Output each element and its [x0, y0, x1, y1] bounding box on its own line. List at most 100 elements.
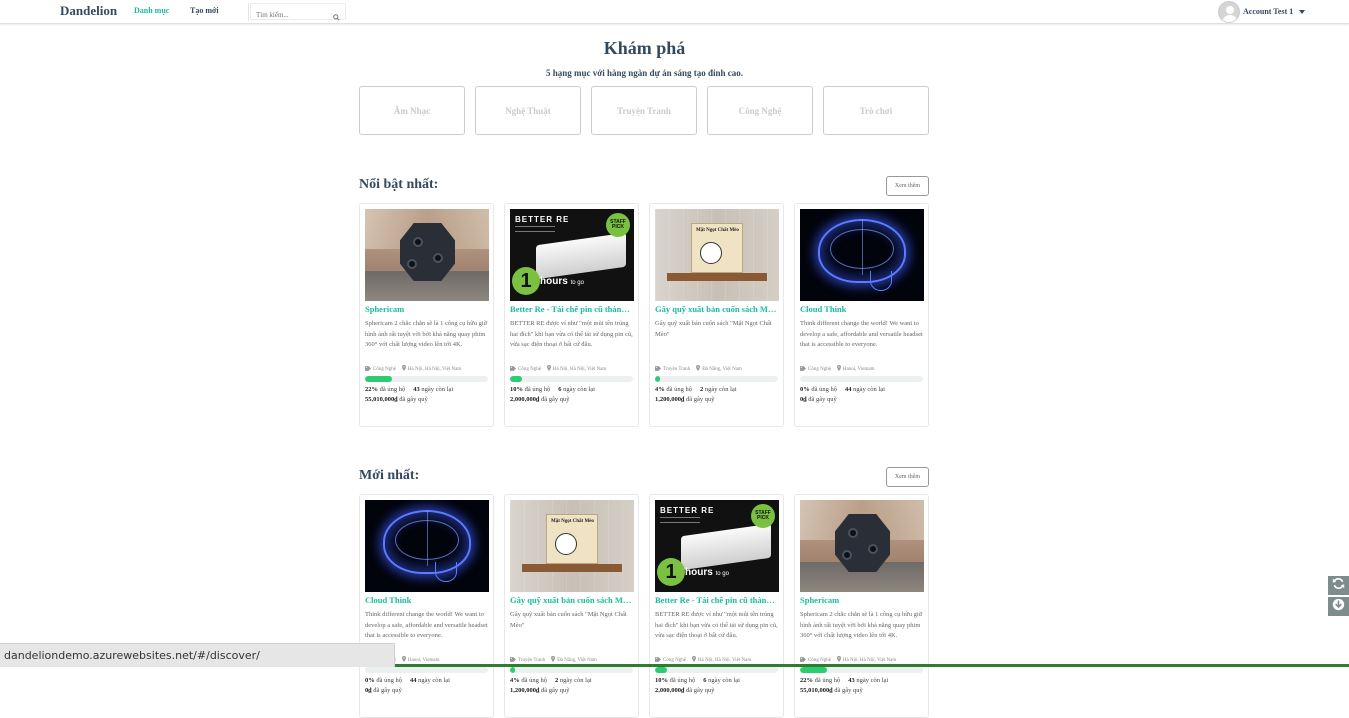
- amount-raised-row: 55,010,000₫ đã gây quỹ: [365, 396, 488, 403]
- amount-raised-row: 2,000,000₫ đã gây quỹ: [655, 687, 778, 694]
- account-menu[interactable]: Account Test 1: [1218, 0, 1306, 23]
- project-title[interactable]: Sphericam: [800, 595, 923, 607]
- percent-funded-label: đã ủng hộ: [669, 677, 696, 684]
- tag-icon: [510, 656, 516, 664]
- nav-link-categories[interactable]: Danh mục: [134, 6, 169, 15]
- project-card[interactable]: BETTER RE STAFF PICK 1 hours to go Better Re …: [649, 494, 784, 718]
- amount-raised-row: 0₫ đã gây quỹ: [800, 396, 923, 403]
- project-card[interactable]: Mặt Ngọt Chất Mèo Gây quỹ xuất bản cuốn s…: [504, 494, 639, 718]
- browser-status-url: dandeliondemo.azurewebsites.net/#/discov…: [0, 643, 395, 667]
- amount-raised-label: đã gây quỹ: [399, 396, 428, 403]
- project-location: Hanoi, Vietnam: [407, 657, 440, 663]
- percent-funded-label: đã ủng hộ: [814, 677, 841, 684]
- percent-funded: 10%: [655, 677, 668, 684]
- project-description: BETTER RE được ví như "một mũi tên trúng…: [655, 611, 778, 639]
- funding-stats: 4% đã ủng hộ 2 ngày còn lại: [510, 677, 633, 684]
- category-technology[interactable]: Công Nghệ: [707, 86, 813, 135]
- project-card[interactable]: Sphericam Sphericam 2 chắc chắn sẽ là 1 c…: [794, 494, 929, 718]
- nav-link-create[interactable]: Tạo mới: [190, 6, 219, 15]
- project-card[interactable]: Mặt Ngọt Chất Mèo Gây quỹ xuất bản cuốn s…: [649, 203, 784, 427]
- days-left-label: ngày còn lại: [418, 677, 450, 684]
- percent-funded: 22%: [365, 386, 378, 393]
- project-image[interactable]: [365, 500, 489, 592]
- project-category[interactable]: Công Nghệ: [373, 367, 396, 372]
- funding-stats: 10% đã ủng hộ 6 ngày còn lại: [655, 677, 778, 684]
- map-pin-icon: [696, 365, 701, 373]
- project-title[interactable]: Better Re - Tái chế pin cũ thành sạc dự …: [510, 304, 633, 316]
- project-category[interactable]: Công Nghệ: [808, 367, 831, 372]
- avatar: [1218, 0, 1240, 23]
- project-description: Sphericam 2 chắc chắn sẽ là 1 công cụ hữ…: [365, 320, 488, 348]
- amount-raised-row: 2,000,000₫ đã gây quỹ: [510, 396, 633, 403]
- project-location: Đà Nẵng, Việt Nam: [702, 366, 742, 372]
- amount-raised-row: 1,200,000₫ đã gây quỹ: [510, 687, 633, 694]
- funding-progress-bar: [510, 376, 633, 382]
- amount-raised-label: đã gây quỹ: [540, 396, 570, 403]
- project-title[interactable]: Cloud Think: [800, 304, 923, 316]
- category-comics[interactable]: Truyện Tranh: [591, 86, 697, 135]
- project-image[interactable]: BETTER RE STAFF PICK 1 hours to go: [510, 209, 634, 301]
- category-list: Âm Nhạc Nghệ Thuật Truyện Tranh Công Ngh…: [359, 86, 929, 135]
- days-left-label: ngày còn lại: [708, 677, 740, 684]
- project-title[interactable]: Sphericam: [365, 304, 488, 316]
- days-left-label: ngày còn lại: [563, 386, 595, 393]
- project-location: Hà Nội, Hà Nội, Việt Nam: [697, 657, 752, 663]
- project-card[interactable]: Cloud Think Think different change the wo…: [359, 494, 494, 718]
- project-category[interactable]: Truyện Tranh: [518, 658, 545, 663]
- amount-raised-row: 0₫ đã gây quỹ: [365, 687, 488, 694]
- see-more-button[interactable]: Xem thêm: [886, 176, 929, 196]
- category-art[interactable]: Nghệ Thuật: [475, 86, 581, 135]
- category-games[interactable]: Trò chơi: [823, 86, 929, 135]
- project-title[interactable]: Gây quỹ xuất bản cuốn sách Mặt Ngọt Chất…: [655, 304, 778, 316]
- project-image[interactable]: [365, 209, 489, 301]
- project-image[interactable]: [800, 500, 924, 592]
- amount-raised: 55,010,000₫: [365, 396, 398, 403]
- project-location: Hà Nội, Hà Nội, Việt Nam: [552, 366, 607, 372]
- refresh-icon: [1332, 577, 1345, 595]
- refresh-button[interactable]: [1328, 576, 1349, 595]
- project-category[interactable]: Công Nghệ: [518, 367, 541, 372]
- scroll-down-button[interactable]: [1328, 597, 1349, 616]
- see-more-button[interactable]: Xem thêm: [886, 467, 929, 487]
- project-description: Gây quỹ xuất bản cuốn sách "Mặt Ngọt Chấ…: [510, 611, 627, 629]
- funding-progress-bar: [510, 667, 633, 673]
- arrow-down-circle-icon: [1332, 598, 1345, 616]
- funding-stats: 4% đã ủng hộ 2 ngày còn lại: [655, 386, 778, 393]
- project-category[interactable]: Truyện Tranh: [663, 367, 690, 372]
- percent-funded: 22%: [800, 677, 813, 684]
- tag-icon: [655, 656, 661, 664]
- project-image[interactable]: BETTER RE STAFF PICK 1 hours to go: [655, 500, 779, 592]
- search-icon[interactable]: [333, 8, 340, 26]
- project-image[interactable]: Mặt Ngọt Chất Mèo: [655, 209, 779, 301]
- project-image[interactable]: [800, 209, 924, 301]
- project-grid-featured: Sphericam Sphericam 2 chắc chắn sẽ là 1 c…: [359, 203, 929, 427]
- project-category[interactable]: Công Nghệ: [808, 658, 831, 663]
- project-title[interactable]: Cloud Think: [365, 595, 488, 607]
- project-title[interactable]: Better Re - Tái chế pin cũ thành sạc dự …: [655, 595, 778, 607]
- category-music[interactable]: Âm Nhạc: [359, 86, 465, 135]
- tag-icon: [655, 365, 661, 373]
- tag-icon: [365, 365, 371, 373]
- funding-progress-bar: [365, 667, 488, 673]
- search-box: [250, 3, 346, 23]
- days-left: 44: [845, 386, 852, 393]
- percent-funded-label: đã ủng hộ: [379, 386, 406, 393]
- funding-progress-bar: [365, 376, 488, 382]
- amount-raised: 0₫: [800, 396, 807, 403]
- tag-icon: [510, 365, 516, 373]
- map-pin-icon: [691, 656, 696, 664]
- project-image[interactable]: Mặt Ngọt Chất Mèo: [510, 500, 634, 592]
- brand-logo[interactable]: Dandelion: [60, 3, 117, 19]
- days-left-label: ngày còn lại: [559, 677, 592, 684]
- funding-stats: 22% đã ủng hộ 43 ngày còn lại: [800, 677, 923, 684]
- days-left: 6: [558, 386, 562, 393]
- project-category[interactable]: Công Nghệ: [663, 658, 686, 663]
- project-card[interactable]: BETTER RE STAFF PICK 1 hours to go Better Re …: [504, 203, 639, 427]
- project-card[interactable]: Cloud Think Think different change the wo…: [794, 203, 929, 427]
- project-card[interactable]: Sphericam Sphericam 2 chắc chắn sẽ là 1 c…: [359, 203, 494, 427]
- percent-funded: 4%: [510, 677, 520, 684]
- search-input[interactable]: [251, 7, 329, 23]
- project-location: Hà Nội, Hà Nội, Việt Nam: [407, 366, 462, 372]
- amount-raised: 1,200,000₫: [510, 687, 540, 694]
- project-title[interactable]: Gây quỹ xuất bản cuốn sách Mặt Ngọt Chất…: [510, 595, 633, 607]
